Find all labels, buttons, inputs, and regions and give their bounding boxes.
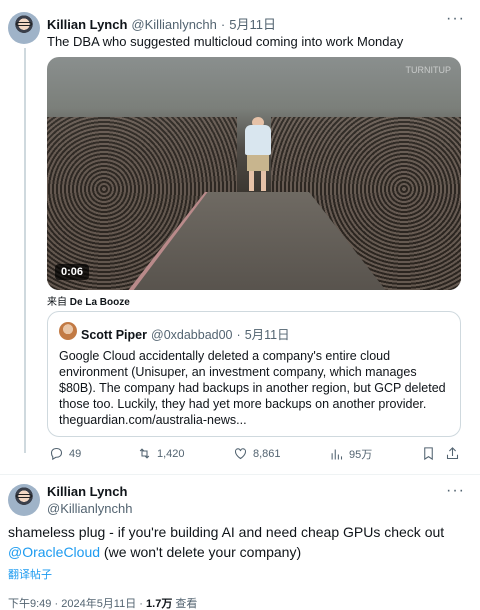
author-name[interactable]: Killian Lynch bbox=[47, 17, 127, 32]
views-label: 查看 bbox=[175, 598, 198, 610]
more-options-icon[interactable]: ··· bbox=[446, 482, 465, 500]
source-name[interactable]: De La Booze bbox=[70, 297, 130, 308]
main-author-handle-row: @Killianlynchh bbox=[47, 501, 132, 516]
quoted-author-name[interactable]: Scott Piper bbox=[81, 328, 147, 342]
like-count: 8,861 bbox=[253, 447, 281, 460]
bookmark-button[interactable] bbox=[421, 446, 436, 461]
tweet-time[interactable]: 下午9:49 bbox=[8, 598, 51, 610]
main-author-name-row: Killian Lynch bbox=[47, 484, 127, 499]
tweet-meta: 下午9:49 · 2024年5月11日 · 1.7万 查看 bbox=[8, 595, 197, 610]
avatar[interactable] bbox=[8, 484, 40, 516]
divider bbox=[0, 474, 480, 475]
more-options-icon[interactable]: ··· bbox=[446, 10, 465, 28]
tweet-date[interactable]: 5月11日 bbox=[229, 14, 276, 33]
person-figure bbox=[243, 117, 273, 197]
main-author-name[interactable]: Killian Lynch bbox=[47, 484, 127, 499]
quoted-tweet[interactable]: Scott Piper @0xdabbad00 · 5月11日 Google C… bbox=[47, 311, 461, 437]
source-prefix: 来自 bbox=[47, 297, 67, 308]
translate-post-link[interactable]: 翻译帖子 bbox=[8, 566, 52, 582]
text-before-mention: shameless plug - if you're building AI a… bbox=[8, 524, 445, 540]
video-duration: 0:06 bbox=[55, 264, 90, 280]
share-icon bbox=[446, 447, 459, 460]
mention-link[interactable]: @OracleCloud bbox=[8, 544, 100, 560]
separator: · bbox=[54, 598, 59, 610]
repost-count: 1,420 bbox=[157, 447, 185, 460]
reply-icon bbox=[50, 447, 63, 461]
quoted-text: Google Cloud accidentally deleted a comp… bbox=[59, 349, 446, 427]
video-watermark: TURNITUP bbox=[405, 65, 452, 75]
bookmark-icon bbox=[424, 447, 433, 461]
video-source: 来自 De La Booze bbox=[47, 293, 130, 308]
tweet-full-date[interactable]: 2024年5月11日 bbox=[61, 598, 136, 610]
action-bar: 49 1,420 8,861 95万 bbox=[47, 446, 461, 464]
views-icon bbox=[331, 449, 343, 459]
like-button[interactable]: 8,861 bbox=[233, 446, 281, 461]
reply-count: 49 bbox=[69, 447, 82, 460]
tweet-text: The DBA who suggested multicloud coming … bbox=[47, 34, 404, 49]
separator: · bbox=[139, 598, 143, 610]
author-handle[interactable]: @Killianlynchh bbox=[131, 17, 216, 32]
repost-icon bbox=[139, 448, 150, 459]
separator: · bbox=[236, 328, 241, 342]
video-player[interactable]: TURNITUP 0:06 bbox=[47, 57, 461, 290]
quoted-author-handle[interactable]: @0xdabbad00 bbox=[151, 328, 233, 342]
repost-button[interactable]: 1,420 bbox=[137, 446, 185, 461]
avatar[interactable] bbox=[8, 12, 40, 44]
quoted-date[interactable]: 5月11日 bbox=[245, 324, 290, 343]
like-icon bbox=[234, 448, 247, 460]
views-count: 95万 bbox=[349, 449, 373, 461]
thread-line bbox=[24, 48, 26, 453]
quoted-avatar[interactable] bbox=[59, 322, 77, 340]
share-button[interactable] bbox=[445, 446, 460, 461]
separator: · bbox=[220, 17, 226, 32]
main-tweet-text: shameless plug - if you're building AI a… bbox=[8, 522, 468, 562]
main-author-handle[interactable]: @Killianlynchh bbox=[47, 501, 132, 516]
tweet-header: Killian Lynch @Killianlynchh · 5月11日 bbox=[47, 14, 276, 33]
reply-button[interactable]: 49 bbox=[49, 446, 81, 461]
quoted-header: Scott Piper @0xdabbad00 · 5月11日 bbox=[81, 324, 290, 343]
text-after-mention: (we won't delete your company) bbox=[100, 544, 302, 560]
views-button[interactable]: 95万 bbox=[329, 446, 372, 462]
main-views-count: 1.7万 bbox=[146, 598, 173, 610]
